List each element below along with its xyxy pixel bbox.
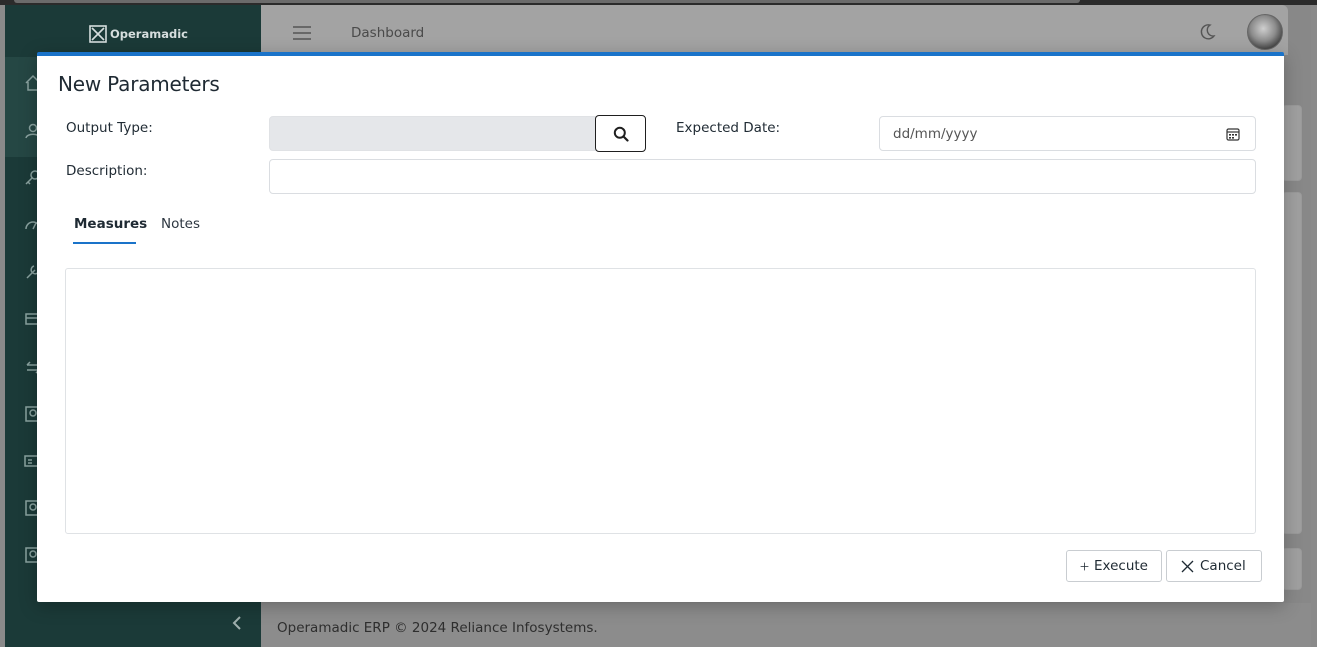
bg-card	[1282, 192, 1302, 534]
execute-button[interactable]: Execute	[1066, 550, 1162, 582]
output-type-search-button[interactable]	[595, 115, 646, 152]
description-label: Description:	[66, 163, 148, 179]
cancel-button[interactable]: Cancel	[1166, 550, 1262, 582]
tab-measures[interactable]: Measures	[73, 216, 148, 244]
brand-logo-icon	[89, 25, 107, 43]
output-type-label: Output Type:	[66, 120, 153, 136]
top-strip-bar	[14, 0, 1080, 3]
modal-title: New Parameters	[58, 72, 220, 96]
measures-panel	[65, 268, 1256, 534]
execute-button-label: Execute	[1094, 558, 1148, 574]
calendar-icon[interactable]	[1226, 127, 1240, 141]
tab-measures-label: Measures	[74, 216, 148, 232]
output-type-input[interactable]	[269, 116, 598, 151]
tab-notes-label: Notes	[161, 216, 200, 232]
breadcrumb: Dashboard	[351, 25, 425, 41]
active-tab-indicator	[73, 242, 136, 244]
brand-logo[interactable]: Operamadic	[89, 24, 188, 44]
collapse-sidebar-icon[interactable]	[229, 613, 245, 633]
cancel-button-label: Cancel	[1200, 558, 1246, 574]
top-header: Dashboard	[261, 5, 1288, 55]
description-input[interactable]	[269, 159, 1256, 194]
footer: Operamadic ERP © 2024 Reliance Infosyste…	[261, 603, 1311, 647]
hamburger-icon[interactable]	[292, 25, 312, 41]
expected-date-placeholder: dd/mm/yyyy	[893, 126, 978, 142]
search-icon	[613, 126, 629, 142]
tab-notes[interactable]: Notes	[161, 216, 200, 232]
close-icon	[1181, 560, 1194, 572]
bg-card	[1282, 548, 1302, 590]
bg-card	[1282, 105, 1302, 181]
expected-date-label: Expected Date:	[676, 120, 781, 136]
avatar[interactable]	[1247, 14, 1283, 50]
expected-date-input[interactable]: dd/mm/yyyy	[879, 116, 1256, 151]
moon-icon[interactable]	[1197, 22, 1217, 42]
footer-text: Operamadic ERP © 2024 Reliance Infosyste…	[277, 620, 598, 636]
new-parameters-modal: New Parameters Output Type: Expected Dat…	[37, 52, 1284, 602]
brand-name: Operamadic	[110, 27, 188, 41]
plus-icon	[1080, 562, 1089, 570]
